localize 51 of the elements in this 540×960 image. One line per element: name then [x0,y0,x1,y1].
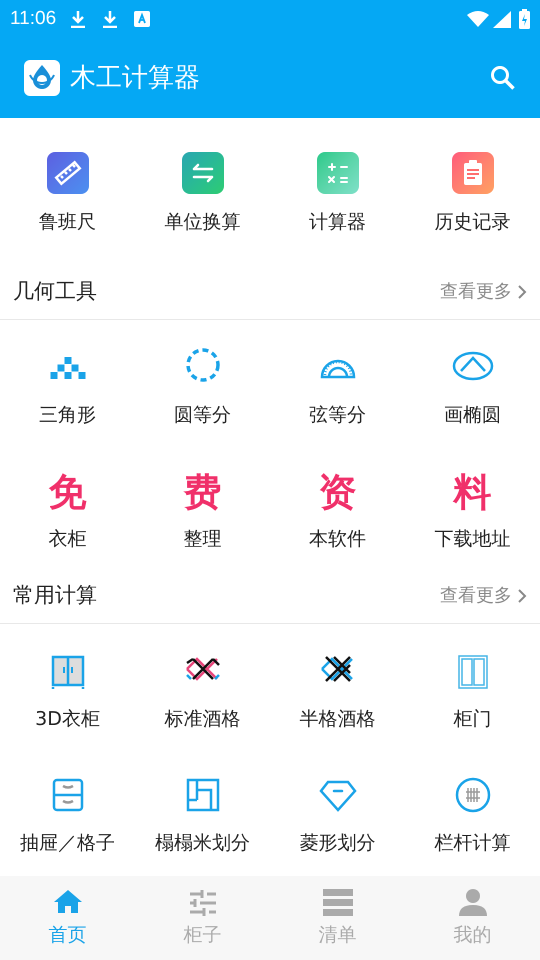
status-time: 11:06 [10,6,56,31]
chevron-right-icon [518,588,527,602]
glyph-label: 资 [318,473,356,511]
glyph-label: 费 [184,473,222,511]
search-icon[interactable] [490,65,516,91]
tool-item[interactable]: 半格酒格 [300,708,376,732]
tool-item[interactable]: 标准酒格 [164,708,240,732]
battery-icon [519,9,530,29]
signal-icon [493,10,511,28]
swap-arrows-icon [182,152,224,194]
ruler-icon [46,152,88,194]
tool-item[interactable]: 单位换算 [164,208,240,236]
user-icon [456,886,488,917]
glyph-label: 料 [454,473,492,511]
tool-item[interactable]: 下载地址 [434,528,510,552]
tool-item[interactable]: 榻榻米划分 [155,832,250,856]
tool-item[interactable]: 整理 [184,528,222,552]
glyph-label: 免 [48,473,86,511]
pyramid-icon [50,357,86,379]
clipboard-icon [452,152,494,194]
tool-item[interactable]: 3D衣柜 [35,708,100,732]
tool-item[interactable]: 历史记录 [434,208,510,236]
tool-item[interactable]: 三角形 [39,404,96,428]
tool-item[interactable]: 衣柜 [48,528,86,552]
calculator-icon [316,152,358,194]
section-title: 几何工具 [13,278,97,305]
tool-item[interactable]: 画椭圆 [444,404,501,428]
tool-item[interactable]: 柜门 [454,708,492,732]
tool-item[interactable]: 本软件 [309,528,366,552]
notification-icon [134,11,150,27]
app-title: 木工计算器 [70,62,200,94]
see-more-link[interactable]: 查看更多 [440,582,527,609]
tool-item[interactable]: 菱形划分 [300,832,376,856]
tool-item[interactable]: 抽屉／格子 [20,832,115,856]
tool-item[interactable]: 弦等分 [309,404,366,428]
section-title: 常用计算 [13,582,97,609]
tool-item[interactable]: 计算器 [309,208,366,236]
list-icon [322,886,354,917]
chevron-right-icon [518,284,527,298]
tool-item[interactable]: 圆等分 [174,404,231,428]
app-logo-icon [24,60,60,96]
diamond-icon [320,779,356,813]
tool-item[interactable]: 鲁班尺 [39,208,96,236]
wifi-icon [467,11,489,27]
tatami-grid-icon [184,779,220,813]
wardrobe-icon [50,655,86,689]
see-more-link[interactable]: 查看更多 [440,278,527,305]
railing-icon [454,779,490,813]
download-icon [70,10,86,28]
tool-item[interactable]: 栏杆计算 [434,832,510,856]
download-icon [102,10,118,28]
